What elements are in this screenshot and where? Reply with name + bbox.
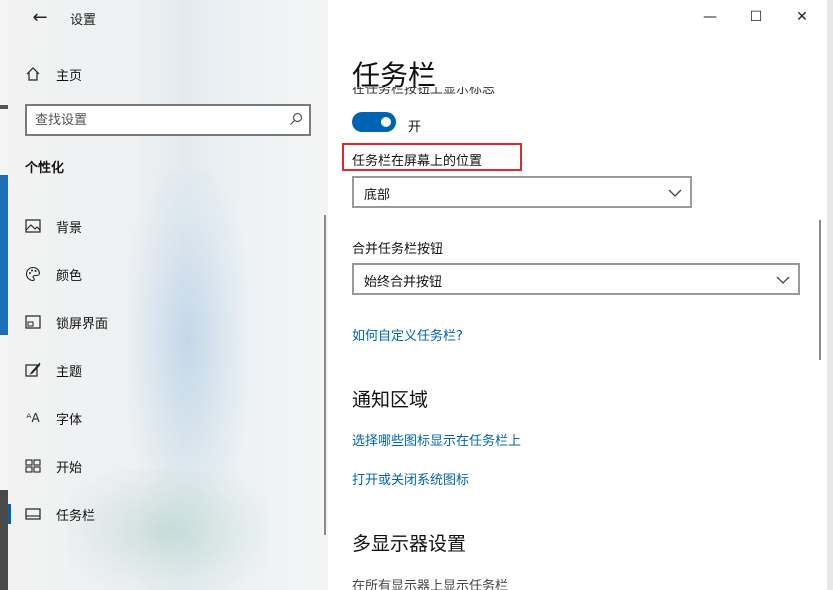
back-arrow-icon: ← [32, 6, 48, 28]
taskbar-icon [24, 505, 42, 523]
sidebar-item-taskbar[interactable]: 任务栏 [8, 496, 328, 532]
back-button[interactable]: ← [24, 5, 56, 29]
maximize-icon: ☐ [749, 9, 763, 25]
sidebar-item-fonts[interactable]: ᴬA 字体 [8, 400, 328, 436]
theme-icon [24, 361, 42, 379]
font-icon: ᴬA [26, 411, 40, 425]
taskbar-position-dropdown[interactable]: 底部 [352, 176, 692, 208]
sidebar-item-label: 颜色 [56, 268, 83, 284]
sidebar-item-background[interactable]: 背景 [8, 208, 328, 244]
maximize-button[interactable]: ☐ [733, 5, 779, 29]
sidebar-item-start[interactable]: 开始 [8, 448, 328, 484]
palette-icon [24, 265, 42, 283]
cut-off-setting-label: 在任务栏按钮上显示标志 [352, 87, 496, 97]
combine-buttons-dropdown[interactable]: 始终合并按钮 [352, 263, 800, 295]
main-panel: — ☐ ✕ 任务栏 在任务栏按钮上显示标志 开 任务栏在屏幕上的位置 底部 合并… [328, 0, 827, 590]
cut-off-setting-label: 在所有显示器上显示任务栏 [352, 579, 509, 590]
sidebar-item-themes[interactable]: 主题 [8, 352, 328, 388]
notification-area-heading: 通知区域 [352, 389, 429, 411]
search-input[interactable] [35, 111, 275, 129]
chevron-down-icon [668, 185, 682, 199]
lockscreen-icon [24, 313, 42, 331]
close-button[interactable]: ✕ [779, 5, 825, 29]
system-icons-link[interactable]: 打开或关闭系统图标 [352, 469, 469, 488]
desktop-edge-right [827, 0, 833, 590]
main-scrollbar[interactable] [819, 220, 821, 360]
multi-display-heading: 多显示器设置 [352, 533, 467, 555]
section-title: 个性化 [25, 161, 65, 176]
minimize-button[interactable]: — [687, 5, 733, 29]
combine-buttons-label: 合并任务栏按钮 [352, 242, 444, 257]
desktop-edge-left [0, 0, 8, 590]
sidebar-item-label: 字体 [56, 412, 83, 428]
toggle-knob [381, 117, 391, 127]
sidebar-item-label: 任务栏 [56, 508, 96, 524]
sidebar-item-label: 锁屏界面 [56, 316, 109, 332]
sidebar-item-colors[interactable]: 颜色 [8, 256, 328, 292]
picture-icon [24, 217, 42, 235]
home-icon [24, 65, 42, 83]
chevron-down-icon [776, 272, 790, 286]
sidebar-item-label: 主页 [56, 68, 83, 84]
dropdown-value: 始终合并按钮 [364, 275, 443, 290]
toggle-state-label: 开 [408, 120, 422, 135]
sidebar-item-lockscreen[interactable]: 锁屏界面 [8, 304, 328, 340]
sidebar-item-home[interactable]: 主页 [8, 56, 328, 92]
selected-indicator [8, 504, 11, 524]
taskbar-position-label: 任务栏在屏幕上的位置 [352, 154, 483, 169]
search-icon[interactable] [289, 112, 303, 130]
select-taskbar-icons-link[interactable]: 选择哪些图标显示在任务栏上 [352, 430, 521, 449]
badge-toggle-switch[interactable] [352, 112, 396, 132]
sidebar-item-label: 开始 [56, 460, 83, 476]
dropdown-value: 底部 [364, 188, 391, 203]
sidebar-scrollbar[interactable] [324, 215, 326, 535]
search-box [25, 104, 311, 136]
sidebar: ← 设置 主页 个性化 背景 颜色 锁屏界面 主题 [8, 0, 328, 590]
sidebar-item-label: 背景 [56, 220, 83, 236]
customize-taskbar-help-link[interactable]: 如何自定义任务栏? [352, 325, 463, 344]
sidebar-item-label: 主题 [56, 364, 83, 380]
start-icon [24, 457, 42, 475]
minimize-icon: — [703, 9, 717, 25]
close-icon: ✕ [796, 9, 808, 25]
app-title: 设置 [70, 13, 97, 28]
